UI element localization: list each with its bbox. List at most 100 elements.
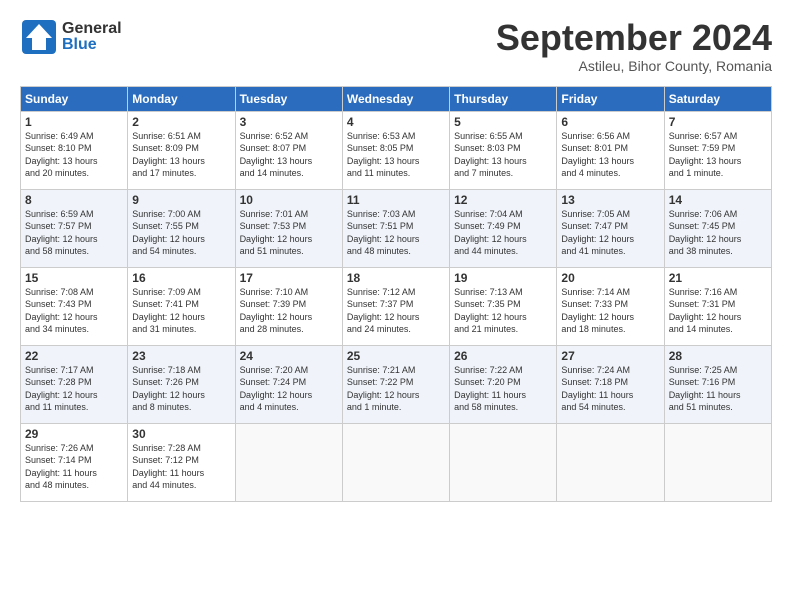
day-number: 28 bbox=[669, 349, 767, 363]
header: General Blue September 2024 Astileu, Bih… bbox=[20, 18, 772, 74]
logo-blue-text: Blue bbox=[62, 37, 122, 53]
col-thursday: Thursday bbox=[450, 86, 557, 111]
table-row bbox=[557, 423, 664, 501]
day-info: Sunrise: 7:28 AM Sunset: 7:12 PM Dayligh… bbox=[132, 442, 230, 492]
table-row: 15Sunrise: 7:08 AM Sunset: 7:43 PM Dayli… bbox=[21, 267, 128, 345]
day-number: 26 bbox=[454, 349, 552, 363]
day-number: 3 bbox=[240, 115, 338, 129]
day-info: Sunrise: 7:00 AM Sunset: 7:55 PM Dayligh… bbox=[132, 208, 230, 258]
table-row: 20Sunrise: 7:14 AM Sunset: 7:33 PM Dayli… bbox=[557, 267, 664, 345]
day-info: Sunrise: 6:51 AM Sunset: 8:09 PM Dayligh… bbox=[132, 130, 230, 180]
day-info: Sunrise: 7:10 AM Sunset: 7:39 PM Dayligh… bbox=[240, 286, 338, 336]
table-row: 28Sunrise: 7:25 AM Sunset: 7:16 PM Dayli… bbox=[664, 345, 771, 423]
day-number: 23 bbox=[132, 349, 230, 363]
title-block: September 2024 Astileu, Bihor County, Ro… bbox=[496, 18, 772, 74]
day-info: Sunrise: 7:08 AM Sunset: 7:43 PM Dayligh… bbox=[25, 286, 123, 336]
table-row: 14Sunrise: 7:06 AM Sunset: 7:45 PM Dayli… bbox=[664, 189, 771, 267]
table-row: 11Sunrise: 7:03 AM Sunset: 7:51 PM Dayli… bbox=[342, 189, 449, 267]
day-info: Sunrise: 6:49 AM Sunset: 8:10 PM Dayligh… bbox=[25, 130, 123, 180]
table-row: 2Sunrise: 6:51 AM Sunset: 8:09 PM Daylig… bbox=[128, 111, 235, 189]
table-row: 4Sunrise: 6:53 AM Sunset: 8:05 PM Daylig… bbox=[342, 111, 449, 189]
day-info: Sunrise: 6:56 AM Sunset: 8:01 PM Dayligh… bbox=[561, 130, 659, 180]
table-row: 8Sunrise: 6:59 AM Sunset: 7:57 PM Daylig… bbox=[21, 189, 128, 267]
day-number: 29 bbox=[25, 427, 123, 441]
day-number: 21 bbox=[669, 271, 767, 285]
calendar-week-row: 22Sunrise: 7:17 AM Sunset: 7:28 PM Dayli… bbox=[21, 345, 772, 423]
day-info: Sunrise: 6:59 AM Sunset: 7:57 PM Dayligh… bbox=[25, 208, 123, 258]
table-row: 19Sunrise: 7:13 AM Sunset: 7:35 PM Dayli… bbox=[450, 267, 557, 345]
calendar-week-row: 8Sunrise: 6:59 AM Sunset: 7:57 PM Daylig… bbox=[21, 189, 772, 267]
logo-general-text: General bbox=[62, 21, 122, 37]
col-tuesday: Tuesday bbox=[235, 86, 342, 111]
calendar: Sunday Monday Tuesday Wednesday Thursday… bbox=[20, 86, 772, 502]
month-title: September 2024 bbox=[496, 18, 772, 58]
logo: General Blue bbox=[20, 18, 122, 56]
table-row: 25Sunrise: 7:21 AM Sunset: 7:22 PM Dayli… bbox=[342, 345, 449, 423]
day-info: Sunrise: 7:12 AM Sunset: 7:37 PM Dayligh… bbox=[347, 286, 445, 336]
day-number: 17 bbox=[240, 271, 338, 285]
day-info: Sunrise: 7:06 AM Sunset: 7:45 PM Dayligh… bbox=[669, 208, 767, 258]
table-row: 17Sunrise: 7:10 AM Sunset: 7:39 PM Dayli… bbox=[235, 267, 342, 345]
table-row: 21Sunrise: 7:16 AM Sunset: 7:31 PM Dayli… bbox=[664, 267, 771, 345]
table-row: 23Sunrise: 7:18 AM Sunset: 7:26 PM Dayli… bbox=[128, 345, 235, 423]
table-row: 13Sunrise: 7:05 AM Sunset: 7:47 PM Dayli… bbox=[557, 189, 664, 267]
day-number: 6 bbox=[561, 115, 659, 129]
col-saturday: Saturday bbox=[664, 86, 771, 111]
day-number: 2 bbox=[132, 115, 230, 129]
calendar-week-row: 15Sunrise: 7:08 AM Sunset: 7:43 PM Dayli… bbox=[21, 267, 772, 345]
calendar-week-row: 1Sunrise: 6:49 AM Sunset: 8:10 PM Daylig… bbox=[21, 111, 772, 189]
day-info: Sunrise: 7:04 AM Sunset: 7:49 PM Dayligh… bbox=[454, 208, 552, 258]
table-row bbox=[450, 423, 557, 501]
day-number: 30 bbox=[132, 427, 230, 441]
day-number: 22 bbox=[25, 349, 123, 363]
table-row: 12Sunrise: 7:04 AM Sunset: 7:49 PM Dayli… bbox=[450, 189, 557, 267]
day-info: Sunrise: 7:03 AM Sunset: 7:51 PM Dayligh… bbox=[347, 208, 445, 258]
day-number: 15 bbox=[25, 271, 123, 285]
day-info: Sunrise: 7:25 AM Sunset: 7:16 PM Dayligh… bbox=[669, 364, 767, 414]
day-info: Sunrise: 7:20 AM Sunset: 7:24 PM Dayligh… bbox=[240, 364, 338, 414]
table-row: 30Sunrise: 7:28 AM Sunset: 7:12 PM Dayli… bbox=[128, 423, 235, 501]
day-number: 12 bbox=[454, 193, 552, 207]
table-row bbox=[342, 423, 449, 501]
day-number: 10 bbox=[240, 193, 338, 207]
table-row: 16Sunrise: 7:09 AM Sunset: 7:41 PM Dayli… bbox=[128, 267, 235, 345]
calendar-week-row: 29Sunrise: 7:26 AM Sunset: 7:14 PM Dayli… bbox=[21, 423, 772, 501]
day-info: Sunrise: 6:53 AM Sunset: 8:05 PM Dayligh… bbox=[347, 130, 445, 180]
day-info: Sunrise: 7:17 AM Sunset: 7:28 PM Dayligh… bbox=[25, 364, 123, 414]
table-row: 9Sunrise: 7:00 AM Sunset: 7:55 PM Daylig… bbox=[128, 189, 235, 267]
logo-icon bbox=[20, 18, 58, 56]
col-sunday: Sunday bbox=[21, 86, 128, 111]
day-info: Sunrise: 6:55 AM Sunset: 8:03 PM Dayligh… bbox=[454, 130, 552, 180]
table-row: 18Sunrise: 7:12 AM Sunset: 7:37 PM Dayli… bbox=[342, 267, 449, 345]
day-info: Sunrise: 6:57 AM Sunset: 7:59 PM Dayligh… bbox=[669, 130, 767, 180]
day-number: 25 bbox=[347, 349, 445, 363]
day-info: Sunrise: 7:05 AM Sunset: 7:47 PM Dayligh… bbox=[561, 208, 659, 258]
table-row: 29Sunrise: 7:26 AM Sunset: 7:14 PM Dayli… bbox=[21, 423, 128, 501]
table-row: 6Sunrise: 6:56 AM Sunset: 8:01 PM Daylig… bbox=[557, 111, 664, 189]
day-number: 11 bbox=[347, 193, 445, 207]
day-number: 24 bbox=[240, 349, 338, 363]
day-info: Sunrise: 7:14 AM Sunset: 7:33 PM Dayligh… bbox=[561, 286, 659, 336]
day-number: 18 bbox=[347, 271, 445, 285]
day-number: 1 bbox=[25, 115, 123, 129]
table-row: 27Sunrise: 7:24 AM Sunset: 7:18 PM Dayli… bbox=[557, 345, 664, 423]
page: General Blue September 2024 Astileu, Bih… bbox=[0, 0, 792, 512]
table-row: 5Sunrise: 6:55 AM Sunset: 8:03 PM Daylig… bbox=[450, 111, 557, 189]
day-info: Sunrise: 7:01 AM Sunset: 7:53 PM Dayligh… bbox=[240, 208, 338, 258]
day-number: 9 bbox=[132, 193, 230, 207]
col-monday: Monday bbox=[128, 86, 235, 111]
day-info: Sunrise: 7:21 AM Sunset: 7:22 PM Dayligh… bbox=[347, 364, 445, 414]
day-info: Sunrise: 7:22 AM Sunset: 7:20 PM Dayligh… bbox=[454, 364, 552, 414]
calendar-header-row: Sunday Monday Tuesday Wednesday Thursday… bbox=[21, 86, 772, 111]
col-wednesday: Wednesday bbox=[342, 86, 449, 111]
day-number: 13 bbox=[561, 193, 659, 207]
table-row bbox=[235, 423, 342, 501]
day-number: 5 bbox=[454, 115, 552, 129]
day-info: Sunrise: 7:16 AM Sunset: 7:31 PM Dayligh… bbox=[669, 286, 767, 336]
day-number: 27 bbox=[561, 349, 659, 363]
table-row: 1Sunrise: 6:49 AM Sunset: 8:10 PM Daylig… bbox=[21, 111, 128, 189]
day-info: Sunrise: 7:18 AM Sunset: 7:26 PM Dayligh… bbox=[132, 364, 230, 414]
logo-name: General Blue bbox=[62, 21, 122, 53]
location: Astileu, Bihor County, Romania bbox=[496, 58, 772, 74]
day-info: Sunrise: 7:09 AM Sunset: 7:41 PM Dayligh… bbox=[132, 286, 230, 336]
